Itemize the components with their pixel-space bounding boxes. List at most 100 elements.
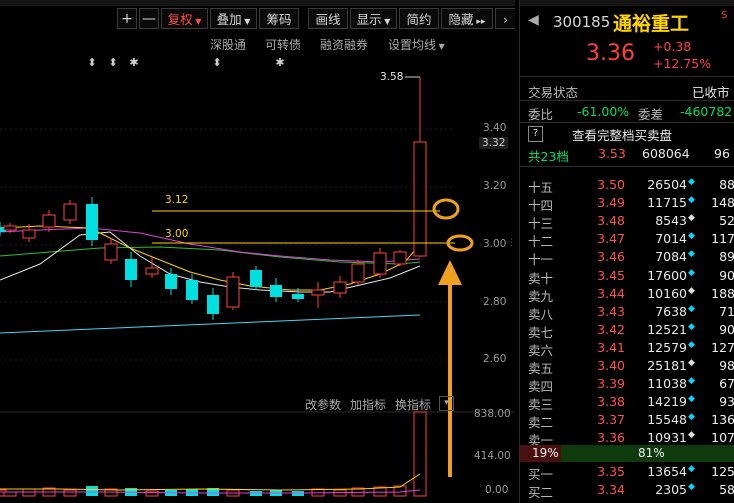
adjust-label: 复权 — [167, 12, 193, 27]
ask-marker-icon: ◆ — [688, 249, 695, 260]
orderbook-row[interactable]: 卖二 3.37 15548 ◆ 136 — [520, 412, 734, 430]
event-arrow-icon[interactable]: ⬍ — [212, 56, 221, 69]
buy-sell-ratio-bar: 19% 81% — [520, 445, 734, 462]
full-orderbook-link[interactable]: 查看完整档买卖盘 — [572, 125, 672, 144]
level-label: 十四 — [528, 198, 554, 214]
collapse-chevron-icon[interactable]: › — [495, 8, 515, 29]
line-label-3.12: 3.12 — [165, 194, 189, 206]
level-label: 卖七 — [528, 324, 554, 340]
orderbook-row[interactable]: 十三 3.48 8543 ◆ 52 — [520, 213, 734, 231]
level-volume: 10931 — [647, 430, 687, 446]
divider — [520, 100, 734, 101]
candle-body — [333, 281, 347, 294]
level-label: 十三 — [528, 216, 554, 232]
level-volume: 2305 — [655, 482, 687, 498]
help-icon[interactable]: ? — [528, 126, 543, 142]
level-volume: 7638 — [655, 303, 687, 319]
arrow-up-icon — [438, 260, 462, 285]
volume-bar — [250, 491, 262, 496]
level-price: 3.43 — [597, 303, 625, 319]
margin-trading-link[interactable]: 融资融券 — [320, 36, 368, 53]
weibi-label: 委比 — [528, 107, 554, 122]
level-label: 卖六 — [528, 342, 554, 358]
orderbook-row[interactable]: 买一 3.35 13654 ◆ 125 — [520, 464, 734, 482]
candle-body — [22, 229, 36, 239]
divider — [520, 122, 734, 123]
level-orders: 107 — [711, 430, 734, 446]
level-volume: 8543 — [655, 213, 687, 229]
orderbook-row[interactable]: 卖六 3.41 12579 ◆ 127 — [520, 340, 734, 358]
orderbook-row[interactable]: 卖三 3.38 14219 ◆ 93 — [520, 394, 734, 412]
zoom-out-button[interactable]: — — [139, 8, 159, 29]
display-button[interactable]: 显示 ▼ — [350, 8, 397, 29]
orderbook-row[interactable]: 卖八 3.43 7638 ◆ 71 — [520, 304, 734, 322]
level-orders: 127 — [711, 339, 734, 355]
level-orders: 125 — [711, 464, 734, 479]
sz-connect-link[interactable]: 深股通 — [210, 36, 246, 53]
volume-bar — [292, 491, 304, 496]
ask-marker-icon: ◆ — [688, 394, 695, 405]
level-label: 卖二 — [528, 415, 554, 431]
hide-button[interactable]: 隐藏 ▸▸ — [441, 8, 493, 29]
candlestick-chart[interactable]: ⬍ ⬍ ✱ ⬍ ✱ — [0, 52, 515, 503]
volume-tick: 0.00 — [485, 484, 509, 496]
current-price-box: 3.32 — [479, 137, 509, 149]
ask-marker-icon: ◆ — [688, 177, 695, 187]
zoom-in-button[interactable]: + — [117, 8, 137, 29]
bid-marker-icon: ◆ — [688, 464, 695, 474]
price-change: +0.38 — [653, 39, 692, 54]
overlay-label: 叠加 — [216, 12, 242, 27]
level-volume: 7014 — [655, 231, 687, 247]
orderbook-row[interactable]: 卖四 3.39 11038 ◆ 67 — [520, 376, 734, 394]
orderbook-row[interactable]: 十二 3.47 7014 ◆ 117 — [520, 231, 734, 249]
orderbook-row[interactable]: 卖十 3.45 17600 ◆ 90 — [520, 268, 734, 286]
levels-price: 3.53 — [598, 146, 626, 161]
orderbook-row[interactable]: 卖九 3.44 10160 ◆ 188 — [520, 286, 734, 304]
level-price: 3.34 — [597, 482, 625, 498]
overlay-button[interactable]: 叠加 ▼ — [210, 8, 257, 29]
level-orders: 188 — [711, 285, 734, 301]
level-label: 十五 — [528, 180, 554, 195]
weibi-value: -61.00% — [577, 104, 630, 119]
level-price: 3.35 — [597, 464, 625, 479]
candle-body — [63, 203, 77, 221]
volume-bar — [145, 490, 159, 497]
prev-stock-icon[interactable]: ◀ — [528, 12, 539, 28]
level-orders: 98 — [719, 358, 734, 373]
collapse-indicator-icon[interactable]: ▾ — [439, 396, 454, 411]
event-star-icon[interactable]: ✱ — [129, 56, 138, 69]
candle-body — [393, 251, 407, 265]
event-arrow-icon[interactable]: ⬍ — [108, 56, 117, 69]
event-star-icon[interactable]: ✱ — [275, 56, 284, 69]
ratio-left-label: 19% — [532, 446, 559, 460]
level-price: 3.45 — [597, 267, 625, 283]
stock-name: 通裕重工 — [613, 13, 690, 35]
status-value: 已收市 — [692, 85, 730, 100]
double-chevron-icon: ▸▸ — [473, 17, 486, 27]
level-orders: 90 — [719, 267, 734, 283]
orderbook-row[interactable]: 十一 3.46 7084 ◆ 89 — [520, 249, 734, 267]
orderbook-row[interactable]: 十四 3.49 11715 ◆ 148 — [520, 195, 734, 213]
simple-button[interactable]: 简约 — [399, 8, 439, 29]
level-orders: 90 — [719, 321, 734, 337]
ma-settings-link[interactable]: 设置均线 ▼ — [388, 36, 445, 53]
adjust-button[interactable]: 复权 ▼ — [161, 8, 208, 29]
switch-indicator-button[interactable]: 换指标 — [395, 396, 431, 413]
orderbook-row[interactable]: 买二 3.34 2305 ◆ 58 — [520, 482, 734, 500]
orderbook-row[interactable]: 卖七 3.42 12521 ◆ 90 — [520, 322, 734, 340]
ma-line-white — [0, 231, 421, 293]
chips-button[interactable]: 筹码 — [259, 8, 299, 29]
event-arrow-icon[interactable]: ⬍ — [87, 56, 96, 69]
level-orders: 117 — [711, 231, 734, 247]
dropdown-icon: ▼ — [436, 42, 445, 51]
drag-handle-icon[interactable]: ⋮ — [507, 238, 516, 248]
add-indicator-button[interactable]: 加指标 — [350, 396, 386, 413]
draw-line-button[interactable]: 画线 — [308, 8, 348, 29]
level-orders: 58 — [719, 482, 734, 498]
edit-params-button[interactable]: 改参数 — [305, 396, 341, 413]
orderbook-row[interactable]: 卖五 3.40 25181 ◆ 98 — [520, 358, 734, 376]
level-label: 买二 — [528, 485, 554, 501]
orderbook-row[interactable]: 十五 3.50 26504 ◆ 88 — [520, 177, 734, 195]
convertible-bond-link[interactable]: 可转债 — [265, 36, 301, 53]
highlight-ellipse-upper — [432, 198, 460, 220]
